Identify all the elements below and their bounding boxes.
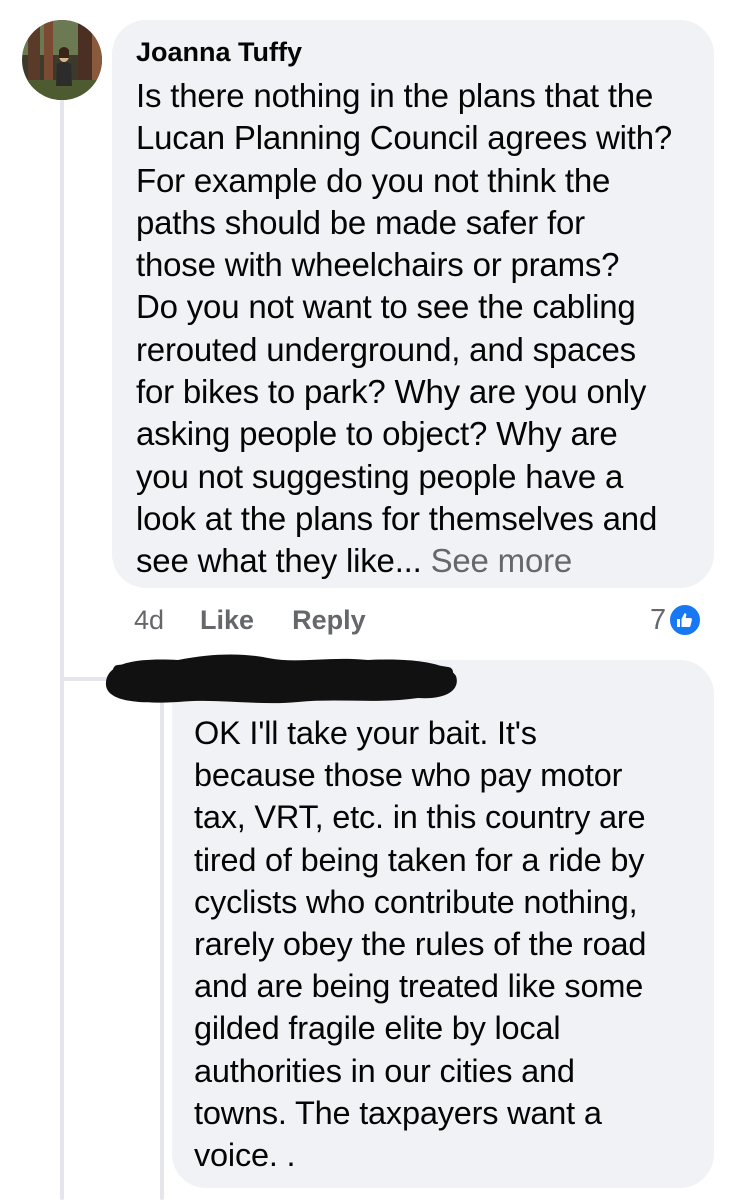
comment-line-last: see what they like... See more [136,540,694,582]
reply-line: OK I'll take your bait. It's [194,715,537,751]
redacted-author-name [98,648,460,706]
comment-timestamp[interactable]: 4d [134,605,164,636]
comment-line: you not suggesting people have a [136,457,624,495]
like-button[interactable]: Like [200,605,254,636]
comment-actions: 4d Like Reply [134,600,366,640]
reply-line: cyclists who contribute nothing, [194,883,638,920]
thumbs-up-icon [668,603,703,637]
reply-thread-line [160,700,164,1200]
reply-line: tired of being taken for a ride by [194,841,645,878]
reply-line: gilded fragile elite by local [194,1010,561,1047]
comment-line: For example do you not think the [136,161,611,199]
comment-line: Lucan Planning Council agrees with? [136,119,673,157]
reply-line: rarely obey the rules of the road [194,926,647,963]
comment-line: look at the plans for themselves and [136,499,658,537]
reply-line: towns. The taxpayers want a [194,1094,602,1131]
comment-line: Is there nothing in the plans that the [136,77,654,114]
comment-line: those with wheelchairs or prams? [136,246,620,284]
reply-line: because those who pay motor [194,757,623,794]
reply-button[interactable]: Reply [292,605,366,636]
comment-bubble: Joanna Tuffy Is there nothing in the pla… [112,20,714,588]
comment-text: Is there nothing in the plans that the L… [136,75,694,583]
reply-line: and are being treated like some [194,968,644,1005]
comment-author[interactable]: Joanna Tuffy [136,34,694,70]
reaction-summary[interactable]: 7 [650,600,703,640]
reaction-count: 7 [650,603,667,636]
reply-text: OK I'll take your bait. It's because tho… [194,712,694,1176]
thread-line [60,98,64,1200]
reply-line: tax, VRT, etc. in this country are [194,799,646,836]
avatar[interactable] [22,20,102,100]
reply-line: authorities in our cities and [194,1052,575,1089]
reply-bubble: OK I'll take your bait. It's because tho… [172,660,714,1188]
comment-line: Do you not want to see the cabling [136,288,636,326]
comment-line: see what they like... [136,542,431,580]
comment-line: paths should be made safer for [136,203,585,241]
profile-photo-icon [22,20,102,100]
comment-line: for bikes to park? Why are you only [136,373,647,411]
comment-line: rerouted underground, and spaces [136,330,636,368]
comment-line: asking people to object? Why are [136,415,618,453]
reply-line: voice. . [194,1137,296,1174]
see-more-link[interactable]: See more [431,542,573,579]
